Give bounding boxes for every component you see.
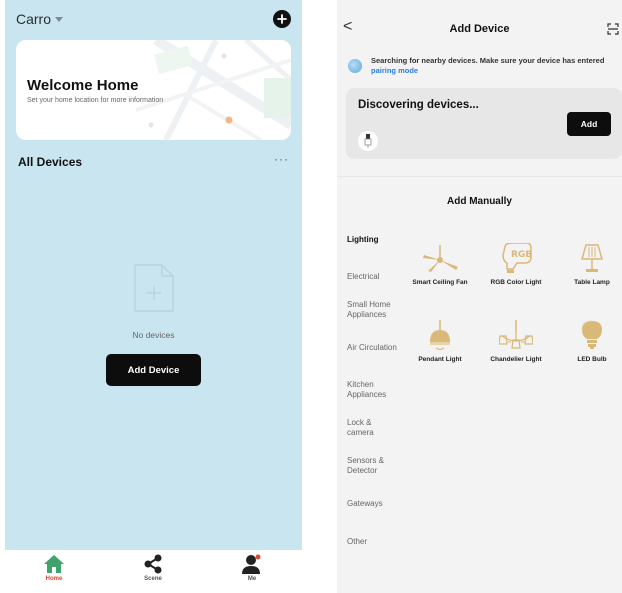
tab-me-label: Me (247, 576, 257, 582)
tab-scene-label: Scene (144, 576, 162, 582)
tab-scene[interactable]: Scene (128, 554, 178, 582)
device-smart-ceiling-fan[interactable]: Smart Ceiling Fan (411, 243, 469, 288)
device-led-bulb[interactable]: LED Bulb (563, 320, 621, 365)
category-sensors-detector[interactable]: Sensors & Detector (347, 456, 397, 476)
bottom-tab-bar: Home Scene Me (5, 550, 302, 593)
plus-icon (277, 14, 287, 24)
discovering-title: Discovering devices... (358, 99, 479, 111)
category-other[interactable]: Other (347, 537, 367, 547)
device-label: Chandelier Light (490, 356, 542, 363)
scan-icon[interactable] (607, 23, 619, 35)
svg-text:RGB: RGB (511, 250, 532, 260)
device-label: RGB Color Light (490, 279, 542, 286)
screenshot-root: Carro Welcome Home Set your home locatio… (0, 0, 622, 593)
search-status-label: Searching for nearby devices. Make sure … (371, 56, 605, 65)
tab-home[interactable]: Home (29, 554, 79, 582)
led-bulb-icon (581, 320, 602, 349)
device-label: LED Bulb (577, 356, 607, 363)
category-lighting[interactable]: Lighting (347, 235, 379, 245)
section-divider (337, 176, 622, 177)
tab-me[interactable]: Me (227, 554, 277, 582)
share-icon (144, 554, 162, 574)
device-label: Table Lamp (574, 279, 610, 286)
category-small-home-appliances[interactable]: Small Home Appliances (347, 300, 397, 320)
tab-home-label: Home (45, 576, 63, 582)
device-rgb-color-light[interactable]: RGB RGB Color Light (487, 243, 545, 288)
ceiling-fan-icon (423, 245, 458, 272)
add-discovered-button[interactable]: Add (567, 112, 611, 136)
device-label: Pendant Light (418, 356, 462, 363)
empty-document-icon (134, 264, 174, 312)
add-plus-button[interactable] (273, 10, 291, 28)
home-icon (44, 555, 64, 573)
device-table-lamp[interactable]: Table Lamp (563, 243, 621, 288)
no-devices-text: No devices (132, 330, 175, 340)
welcome-subtitle: Set your home location for more informat… (27, 97, 164, 104)
category-gateways[interactable]: Gateways (347, 499, 383, 509)
welcome-card[interactable]: Welcome Home Set your home location for … (16, 40, 291, 140)
device-label: Smart Ceiling Fan (412, 279, 468, 286)
category-electrical[interactable]: Electrical (347, 272, 379, 282)
category-lock-camera[interactable]: Lock & camera (347, 418, 387, 438)
add-manually-heading: Add Manually (446, 196, 512, 207)
home-name-label: Carro (16, 11, 52, 27)
rgb-bulb-icon: RGB (502, 243, 532, 273)
plug-device-icon (364, 134, 372, 148)
search-status-text: Searching for nearby devices. Make sure … (371, 56, 619, 75)
discovered-device-thumb[interactable] (358, 131, 378, 151)
page-title: Add Device (449, 23, 510, 35)
pendant-light-icon (430, 320, 450, 351)
add-device-screen: < Add Device Searching for nearby device… (337, 0, 622, 593)
category-air-circulation[interactable]: Air Circulation (347, 343, 397, 353)
welcome-title: Welcome Home (27, 77, 139, 94)
category-kitchen-appliances[interactable]: Kitchen Appliances (347, 380, 397, 400)
table-lamp-icon (581, 244, 603, 272)
all-devices-heading: All Devices (18, 155, 83, 169)
user-icon (242, 554, 261, 574)
more-options-button[interactable]: ··· (274, 152, 289, 166)
home-selector[interactable]: Carro (16, 11, 64, 27)
bluetooth-search-icon (348, 59, 362, 73)
home-screen: Carro Welcome Home Set your home locatio… (5, 0, 302, 593)
add-device-button[interactable]: Add Device (106, 354, 201, 386)
caret-down-icon (55, 17, 64, 22)
discovering-card: Discovering devices... Add (346, 88, 622, 159)
device-pendant-light[interactable]: Pendant Light (411, 320, 469, 365)
chandelier-icon (499, 320, 533, 349)
pairing-mode-link[interactable]: pairing mode (371, 66, 418, 75)
device-chandelier-light[interactable]: Chandelier Light (487, 320, 545, 365)
